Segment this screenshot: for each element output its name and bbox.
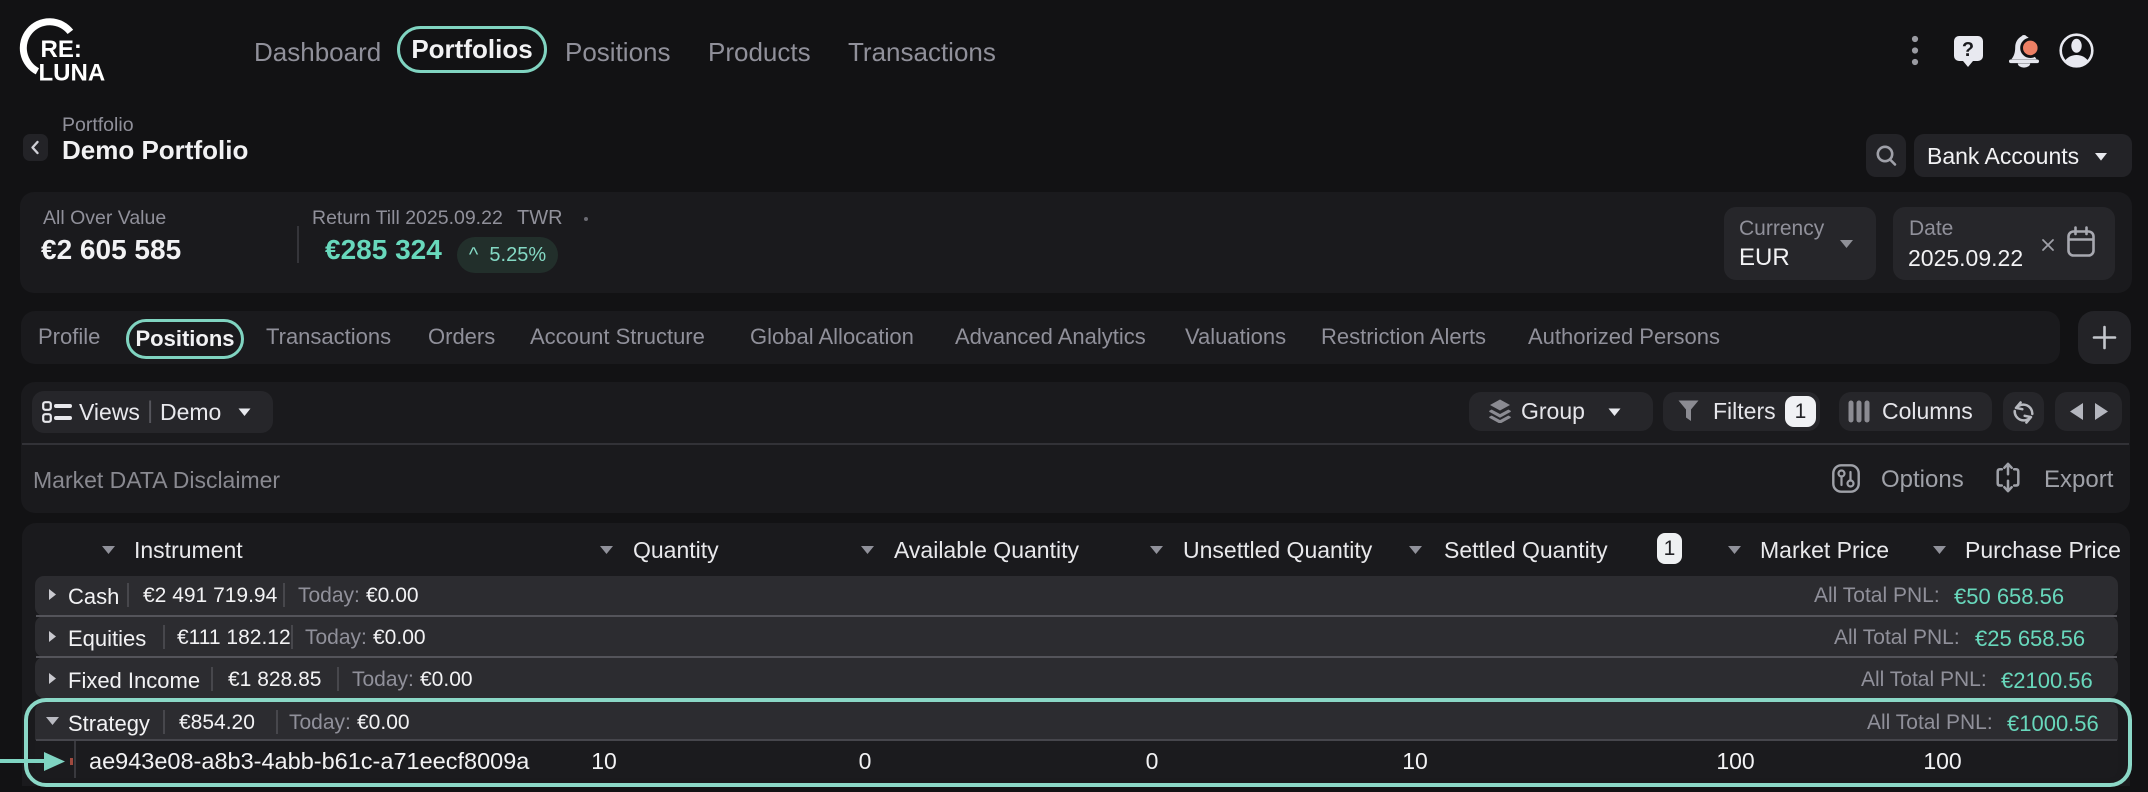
svg-text:?: ? xyxy=(1962,39,1974,61)
svg-text:LUNA: LUNA xyxy=(39,60,106,87)
